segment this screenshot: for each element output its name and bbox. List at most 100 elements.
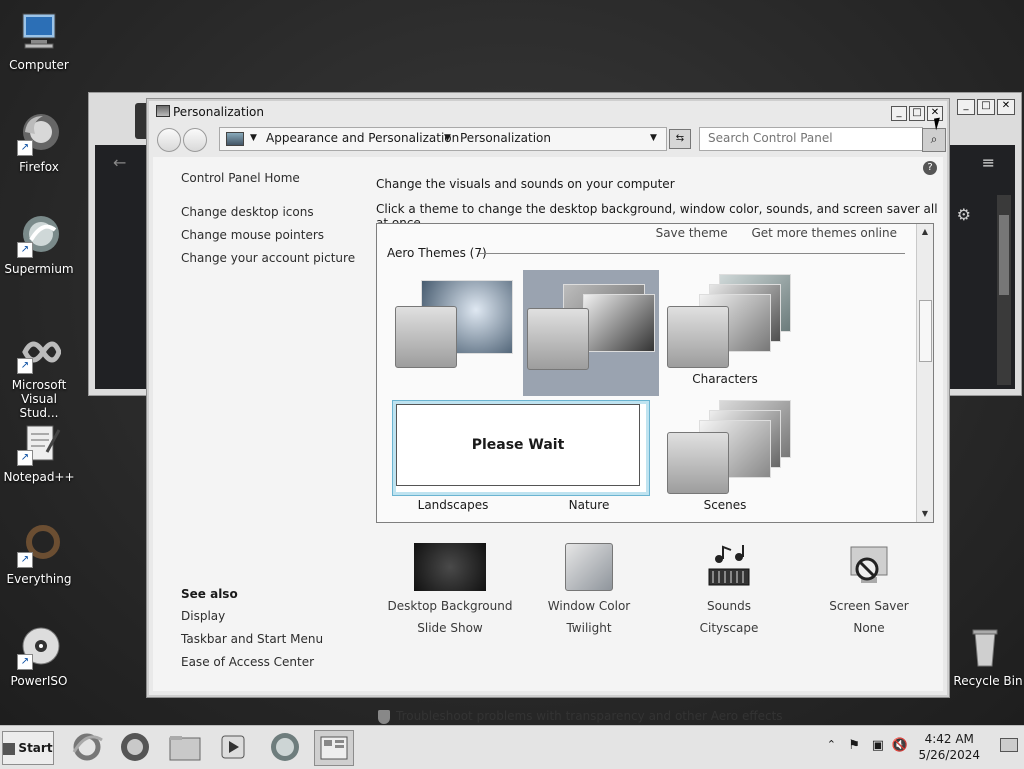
desktop: Computer ↗ Firefox ↗ Supermium ↗ Microso… xyxy=(0,0,1024,725)
desktop-background-button[interactable]: Desktop Background Slide Show xyxy=(380,543,520,635)
desktop-icon-everything[interactable]: ↗ Everything xyxy=(0,524,78,586)
control-panel-home-link[interactable]: Control Panel Home xyxy=(181,171,361,185)
desktop-icon-label: Notepad++ xyxy=(3,470,75,484)
desktop-icon-label: Microsoft Visual Stud... xyxy=(11,378,67,420)
ease-of-access-link[interactable]: Ease of Access Center xyxy=(181,655,361,669)
close-button[interactable]: ✕ xyxy=(997,99,1015,115)
desktop-icon-computer[interactable]: Computer xyxy=(0,10,78,72)
control-panel-taskbar-button[interactable] xyxy=(314,730,354,766)
forward-button[interactable] xyxy=(183,128,207,152)
browser-scrollbar[interactable] xyxy=(997,195,1011,385)
theme-glass-swatch xyxy=(395,306,457,368)
show-desktop-button[interactable] xyxy=(1000,738,1018,752)
search-input[interactable] xyxy=(700,128,908,148)
search-icon[interactable]: ⌕ xyxy=(922,128,946,152)
back-arrow-icon[interactable]: ← xyxy=(113,153,126,172)
screen-saver-label: Screen Saver xyxy=(829,599,909,613)
firefox-taskbar-button[interactable] xyxy=(116,730,154,764)
search-box: ⌕ xyxy=(699,127,946,152)
personalization-window: Personalization _ □ ✕ ▼ Appearance and Per… xyxy=(146,98,950,724)
action-center-flag-icon[interactable]: ⚑ xyxy=(848,738,860,753)
sounds-label: Sounds xyxy=(706,599,752,613)
address-bar: ▼ Appearance and Personalization ▼ Perso… xyxy=(153,127,946,153)
internet-explorer-icon xyxy=(72,733,103,761)
desktop-icon-visual-studio[interactable]: ↗ Microsoft Visual Stud... xyxy=(0,330,78,420)
theme-scrollbar[interactable]: ▲ ▼ xyxy=(916,224,933,522)
desktop-icon-recycle-bin[interactable]: Recycle Bin xyxy=(946,626,1024,688)
window-color-button[interactable]: Window Color Twilight xyxy=(519,543,659,635)
minimize-button[interactable]: _ xyxy=(891,106,907,121)
theme-group-heading: Aero Themes (7) xyxy=(387,246,487,260)
sounds-button[interactable]: Sounds Cityscape xyxy=(659,543,799,635)
notepadpp-icon: ↗ xyxy=(17,422,61,466)
change-mouse-pointers-link[interactable]: Change mouse pointers xyxy=(181,228,361,242)
network-icon[interactable]: ▣ xyxy=(872,738,884,753)
change-account-picture-link[interactable]: Change your account picture xyxy=(181,251,361,265)
supermium-taskbar-button[interactable] xyxy=(266,730,304,764)
menu-icon[interactable]: ≡ xyxy=(982,153,995,172)
back-button[interactable] xyxy=(157,128,181,152)
breadcrumb-appearance[interactable]: Appearance and Personalization xyxy=(266,131,459,145)
troubleshoot-text: Troubleshoot problems with transparency … xyxy=(396,709,783,723)
theme-tile[interactable]: Characters xyxy=(663,268,791,388)
desktop-icon-notepadpp[interactable]: ↗ Notepad++ xyxy=(0,422,78,484)
scroll-down-icon[interactable]: ▼ xyxy=(919,508,931,520)
save-theme-link[interactable]: Save theme xyxy=(656,226,728,240)
desktop-icon-firefox[interactable]: ↗ Firefox xyxy=(0,112,78,174)
scroll-up-icon[interactable]: ▲ xyxy=(919,226,931,238)
maximize-button[interactable]: □ xyxy=(909,106,925,121)
clock[interactable]: 4:42 AM 5/26/2024 xyxy=(918,731,980,763)
dropdown-arrow-icon[interactable]: ▼ xyxy=(650,133,657,143)
visual-studio-icon: ↗ xyxy=(17,330,62,374)
scroll-thumb[interactable] xyxy=(919,300,932,362)
chevron-down-icon[interactable]: ▼ xyxy=(444,133,451,143)
help-icon[interactable]: ? xyxy=(923,161,937,175)
change-desktop-icons-link[interactable]: Change desktop icons xyxy=(181,205,361,219)
desktop-icon-label: PowerISO xyxy=(10,674,68,688)
supermium-icon xyxy=(271,733,299,761)
start-button[interactable]: Start xyxy=(2,731,54,765)
poweriso-icon: ↗ xyxy=(17,626,61,670)
show-hidden-icons-button[interactable]: ⌃ xyxy=(827,738,836,751)
refresh-button[interactable]: ⇆ xyxy=(669,129,691,149)
gear-icon[interactable]: ⚙ xyxy=(957,205,971,224)
media-player-taskbar-button[interactable] xyxy=(214,730,252,764)
volume-muted-icon[interactable]: 🔇 xyxy=(892,738,908,753)
supermium-icon: ↗ xyxy=(17,214,61,258)
maximize-button[interactable]: □ xyxy=(977,99,995,115)
window-title: Personalization xyxy=(173,105,264,119)
theme-tile-selected[interactable] xyxy=(523,270,659,396)
theme-tile[interactable] xyxy=(391,268,515,388)
theme-tile[interactable]: Scenes xyxy=(663,394,791,514)
theme-label: Nature xyxy=(568,498,610,512)
please-wait-text: Please Wait xyxy=(396,404,640,486)
personalization-icon xyxy=(156,105,170,117)
theme-links: Save theme Get more themes online xyxy=(636,226,897,240)
desktop-icon-supermium[interactable]: ↗ Supermium xyxy=(0,214,78,276)
title-bar[interactable]: Personalization _ □ ✕ xyxy=(147,99,949,123)
internet-explorer-taskbar-button[interactable] xyxy=(68,730,106,764)
media-player-icon xyxy=(221,735,245,759)
shortcut-arrow-icon: ↗ xyxy=(17,654,33,670)
taskbar-start-menu-link[interactable]: Taskbar and Start Menu xyxy=(181,632,361,646)
start-label: Start xyxy=(18,741,53,755)
screen-saver-button[interactable]: Screen Saver None xyxy=(799,543,939,635)
desktop-background-label: Desktop Background xyxy=(387,599,513,613)
display-link[interactable]: Display xyxy=(181,609,361,623)
desktop-icon-label: Recycle Bin xyxy=(953,674,1023,688)
troubleshoot-link[interactable]: Troubleshoot problems with transparency … xyxy=(378,709,783,724)
windows-logo-icon xyxy=(3,742,16,755)
desktop-icon-poweriso[interactable]: ↗ PowerISO xyxy=(0,626,78,688)
scroll-thumb[interactable] xyxy=(999,215,1009,295)
breadcrumb[interactable]: ▼ Appearance and Personalization ▼ Perso… xyxy=(219,127,667,151)
minimize-button[interactable]: _ xyxy=(957,99,975,115)
breadcrumb-personalization[interactable]: Personalization xyxy=(460,131,551,145)
folder-icon xyxy=(169,736,201,761)
clock-date: 5/26/2024 xyxy=(918,748,980,762)
chevron-down-icon[interactable]: ▼ xyxy=(250,133,257,143)
get-more-themes-link[interactable]: Get more themes online xyxy=(751,226,897,240)
sounds-value: Cityscape xyxy=(699,621,759,635)
file-explorer-taskbar-button[interactable] xyxy=(166,730,204,764)
theme-label: Landscapes xyxy=(417,498,489,512)
screen-saver-value: None xyxy=(853,621,885,635)
